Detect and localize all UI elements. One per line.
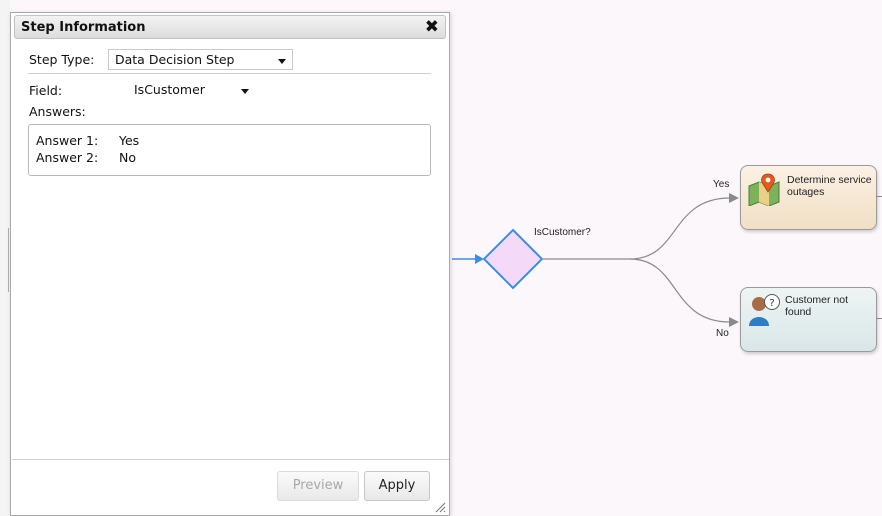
answers-label: Answers: — [29, 104, 86, 119]
dialog-title: Step Information — [21, 20, 146, 35]
close-icon[interactable]: ✖ — [425, 17, 439, 37]
svg-text:?: ? — [769, 298, 774, 309]
edge-no-label: No — [716, 328, 729, 339]
field-label: Field: — [29, 83, 63, 98]
chevron-down-icon — [241, 89, 249, 94]
answer-value: Yes — [119, 133, 140, 148]
edge-yes-label: Yes — [713, 179, 730, 190]
step-information-dialog: Step Information ✖ Step Type: Data Decis… — [10, 12, 450, 516]
no-arrowhead — [729, 317, 739, 327]
field-select[interactable]: IsCustomer — [128, 80, 255, 101]
preview-button[interactable]: Preview — [277, 471, 359, 501]
map-pin-icon — [748, 173, 780, 206]
left-panel-edge — [0, 0, 10, 516]
node-notfound-out-connector — [876, 318, 882, 319]
node-notfound-label: Customer not found — [785, 294, 849, 318]
node-customer-not-found[interactable]: ? Customer not found — [740, 287, 882, 352]
yes-arrowhead — [729, 193, 739, 203]
node-outages-label: Determine service outages — [787, 174, 872, 198]
answer-row: Answer 1: Yes — [36, 133, 139, 148]
step-type-select[interactable]: Data Decision Step — [108, 49, 293, 70]
footer-divider — [12, 459, 449, 460]
answer-row: Answer 2: No — [36, 150, 136, 165]
divider — [28, 73, 431, 74]
answers-list: Answer 1: Yes Answer 2: No — [28, 124, 431, 176]
step-type-value: Data Decision Step — [115, 52, 235, 67]
dialog-titlebar[interactable]: Step Information ✖ — [14, 15, 446, 39]
node-determine-service-outages[interactable]: Determine service outages — [740, 165, 882, 230]
answer-key: Answer 2: — [36, 150, 99, 165]
resize-grip-icon[interactable] — [434, 501, 446, 513]
customer-question-icon: ? — [749, 294, 780, 326]
decision-label: IsCustomer? — [534, 227, 591, 238]
panel-splitter[interactable] — [8, 228, 9, 292]
field-value: IsCustomer — [134, 82, 205, 97]
answer-value: No — [119, 150, 136, 165]
chevron-down-icon — [278, 59, 286, 64]
answer-key: Answer 1: — [36, 133, 99, 148]
apply-button[interactable]: Apply — [364, 471, 430, 501]
node-outages-out-connector — [876, 196, 882, 197]
no-connector — [629, 258, 731, 323]
decision-diamond — [482, 228, 544, 290]
step-type-label: Step Type: — [29, 52, 95, 67]
